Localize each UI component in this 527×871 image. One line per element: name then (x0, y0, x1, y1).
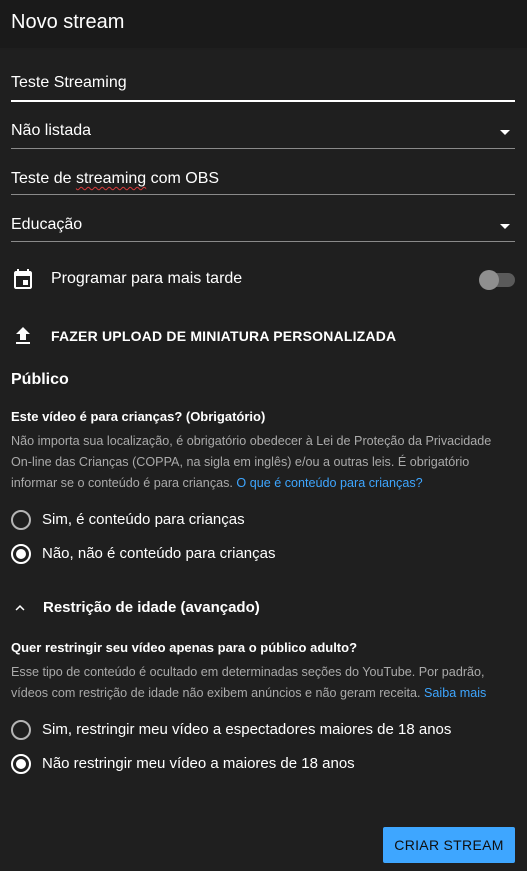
age-info: Esse tipo de conteúdo é ocultado em dete… (11, 665, 487, 700)
schedule-toggle[interactable] (479, 269, 515, 290)
upload-label: FAZER UPLOAD DE MINIATURA PERSONALIZADA (51, 328, 397, 344)
page-title: Novo stream (11, 11, 125, 33)
stream-form: Teste Streaming Não listada Teste de str… (0, 50, 527, 871)
age-option-yes[interactable]: Sim, restringir meu vídeo a espectadores… (11, 720, 515, 742)
visibility-value: Não listada (11, 122, 92, 139)
age-info-link[interactable]: Saiba mais (424, 686, 486, 700)
age-question: Quer restringir seu vídeo apenas para o … (11, 640, 358, 655)
spellcheck-word: streaming (75, 170, 147, 187)
upload-thumbnail-button[interactable]: FAZER UPLOAD DE MINIATURA PERSONALIZADA (11, 324, 515, 348)
age-option-no[interactable]: Não restringir meu vídeo a maiores de 18… (11, 754, 515, 776)
create-stream-button[interactable]: CRIAR STREAM (383, 827, 515, 863)
kids-option-yes[interactable]: Sim, é conteúdo para crianças (11, 510, 515, 532)
radio-checked-icon[interactable] (11, 544, 31, 564)
dropdown-arrow-icon (500, 130, 510, 135)
chevron-up-icon (11, 599, 29, 617)
kids-option-yes-label: Sim, é conteúdo para crianças (42, 511, 245, 528)
dropdown-arrow-icon (500, 224, 510, 229)
radio-unchecked-icon[interactable] (11, 720, 31, 740)
category-select[interactable]: Educação (11, 216, 515, 242)
radio-unchecked-icon[interactable] (11, 510, 31, 530)
visibility-select[interactable]: Não listada (11, 122, 515, 149)
coppa-info-link[interactable]: O que é conteúdo para crianças? (236, 476, 422, 490)
schedule-row: Programar para mais tarde (11, 267, 515, 291)
coppa-info: Não importa sua localização, é obrigatór… (11, 434, 492, 490)
schedule-label: Programar para mais tarde (51, 270, 243, 287)
radio-checked-icon[interactable] (11, 754, 31, 774)
header: Novo stream (0, 0, 527, 48)
kids-question: Este vídeo é para crianças? (Obrigatório… (11, 409, 266, 424)
kids-option-no-label: Não, não é conteúdo para crianças (42, 545, 276, 562)
kids-option-no[interactable]: Não, não é conteúdo para crianças (11, 544, 515, 566)
age-restriction-title: Restrição de idade (avançado) (43, 599, 260, 616)
description-field[interactable]: Teste de streaming com OBS (11, 170, 515, 195)
upload-icon (11, 324, 35, 348)
description-value: Teste de streaming com OBS (11, 170, 220, 187)
category-value: Educação (11, 216, 83, 233)
calendar-icon (11, 267, 35, 291)
toggle-thumb (479, 270, 499, 290)
age-restriction-toggle[interactable]: Restrição de idade (avançado) (11, 597, 515, 619)
audience-title: Público (11, 371, 69, 388)
age-option-yes-label: Sim, restringir meu vídeo a espectadores… (42, 721, 452, 738)
title-field[interactable]: Teste Streaming (11, 74, 515, 102)
age-option-no-label: Não restringir meu vídeo a maiores de 18… (42, 755, 355, 772)
title-value: Teste Streaming (11, 74, 127, 91)
